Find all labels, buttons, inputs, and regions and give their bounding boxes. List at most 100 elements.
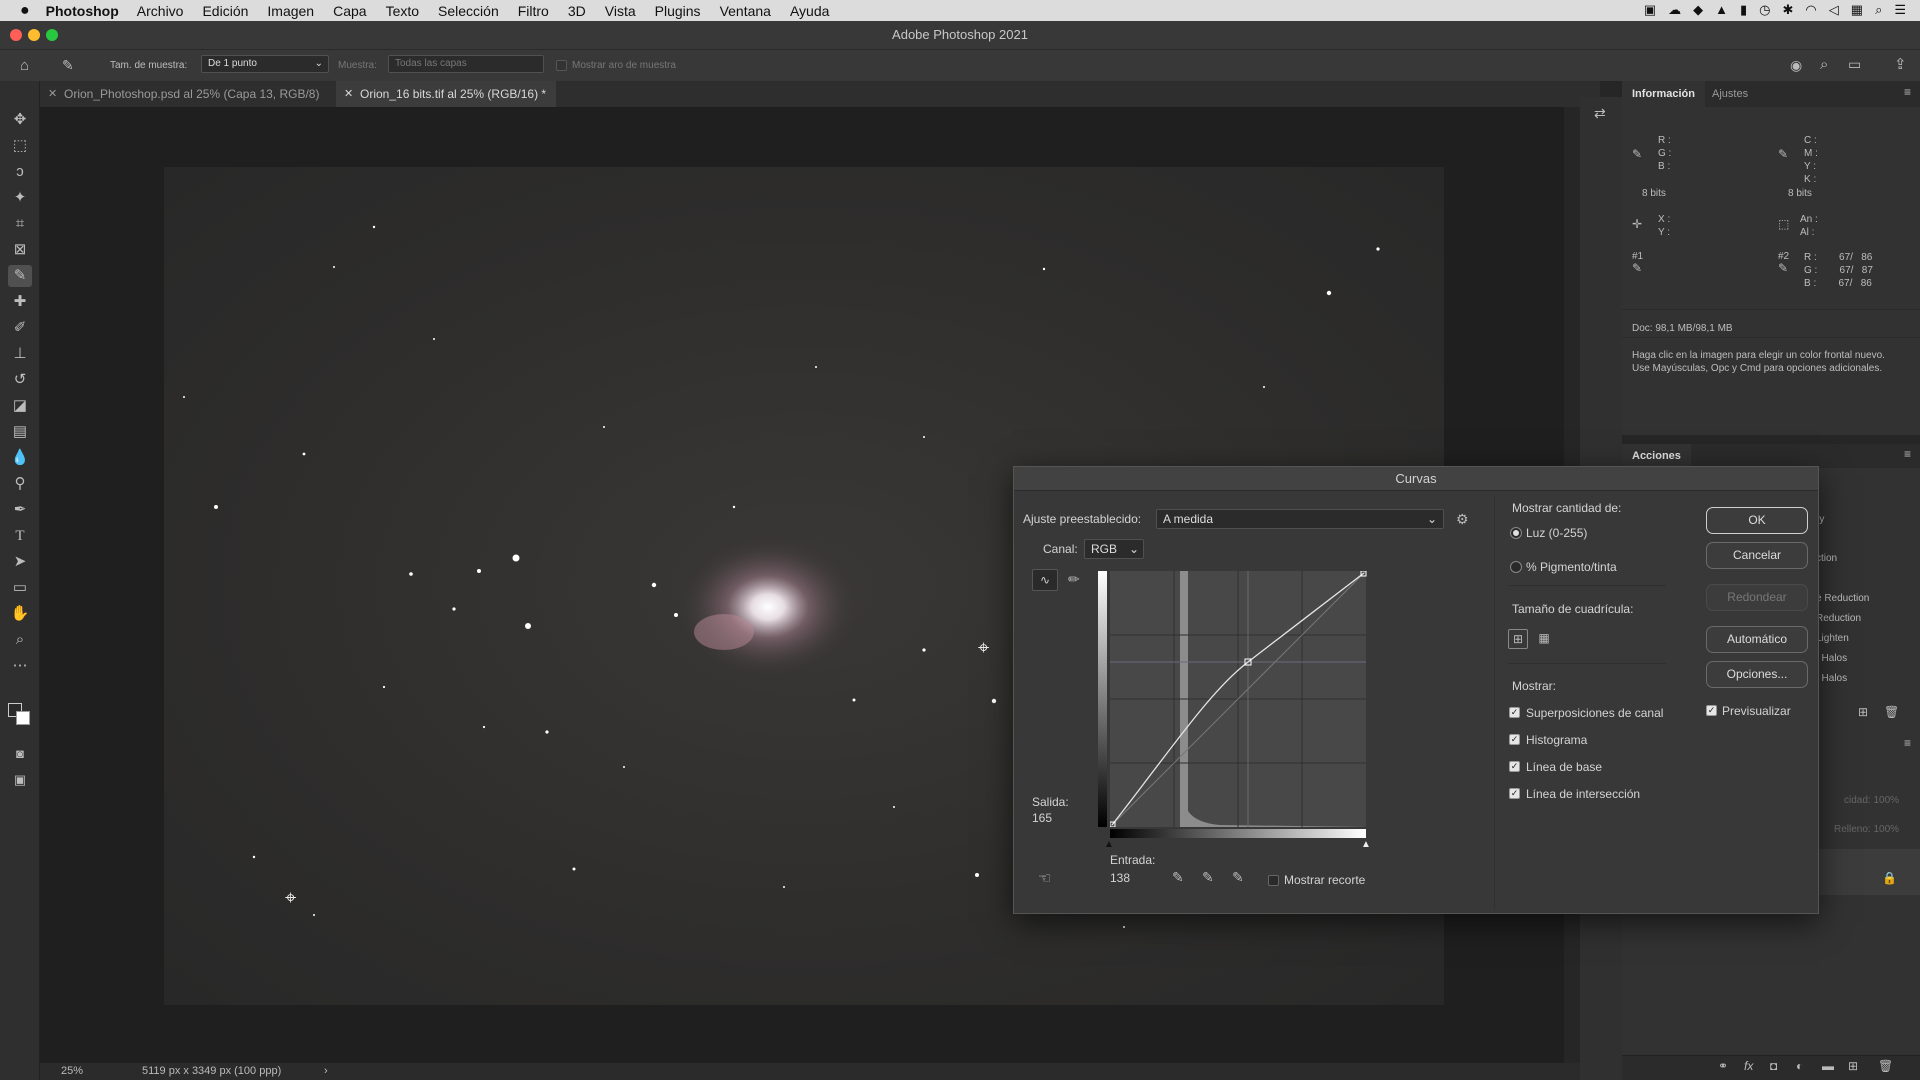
fill-value[interactable]: Relleno: 100% <box>1834 824 1899 835</box>
input-value[interactable]: 138 <box>1110 871 1130 885</box>
background-color-swatch[interactable] <box>16 711 30 725</box>
quick-mask-icon[interactable]: ◙ <box>8 743 32 765</box>
crop-tool-icon[interactable]: ⌗ <box>8 213 32 235</box>
sample-layers-select[interactable]: Todas las capas <box>388 55 544 73</box>
sample-size-select[interactable]: De 1 punto ⌄ <box>201 55 329 73</box>
simple-grid-icon[interactable]: ⊞ <box>1508 629 1528 649</box>
color-sampler-1-icon[interactable]: ⌖ <box>285 887 296 910</box>
tab-informacion[interactable]: Información <box>1622 81 1705 107</box>
clone-stamp-tool-icon[interactable]: ⊥ <box>8 343 32 365</box>
channel-select[interactable]: RGB ⌄ <box>1084 539 1144 559</box>
zoom-window-button[interactable] <box>46 29 58 41</box>
pen-tool-icon[interactable]: ✒ <box>8 499 32 521</box>
tab-orion-tif[interactable]: ✕ Orion_16 bits.tif al 25% (RGB/16) * <box>336 81 556 107</box>
trash-icon[interactable]: 🗑 <box>1878 1059 1893 1073</box>
search-icon[interactable]: ⌕ <box>1820 56 1828 73</box>
menu-3d[interactable]: 3D <box>568 3 586 19</box>
menu-texto[interactable]: Texto <box>386 3 419 19</box>
history-brush-tool-icon[interactable]: ↺ <box>8 369 32 391</box>
spotlight-icon[interactable]: ⌕ <box>1875 2 1882 18</box>
gray-eyedropper-icon[interactable]: ✎ <box>1202 869 1214 886</box>
pencil-icon[interactable]: ✏ <box>1068 571 1080 588</box>
intersection-checkbox[interactable]: ✓ <box>1509 788 1520 799</box>
new-layer-icon[interactable]: ⊞ <box>1848 1059 1858 1073</box>
channel-overlays-checkbox[interactable]: ✓ <box>1509 707 1520 718</box>
action-item[interactable]: t Halos <box>1816 673 1847 684</box>
menu-archivo[interactable]: Archivo <box>137 3 184 19</box>
menu-edicion[interactable]: Edición <box>202 3 248 19</box>
more-tools-icon[interactable]: ⋯ <box>8 655 32 677</box>
menu-seleccion[interactable]: Selección <box>438 3 499 19</box>
curve-mode-button[interactable]: ∿ <box>1032 569 1058 591</box>
panel-menu-icon[interactable]: ≡ <box>1904 736 1911 750</box>
type-tool-icon[interactable]: T <box>8 525 32 547</box>
control-center-icon[interactable]: ☰ <box>1894 2 1906 18</box>
detailed-grid-icon[interactable]: ▦ <box>1534 629 1554 649</box>
ok-button[interactable]: OK <box>1706 507 1808 534</box>
fx-icon[interactable]: fx <box>1744 1059 1753 1073</box>
adjustment-layer-icon[interactable]: ◐ <box>1796 1059 1803 1073</box>
close-tab-icon[interactable]: ✕ <box>48 81 57 107</box>
hand-tool-icon[interactable]: ✋ <box>8 603 32 625</box>
menu-imagen[interactable]: Imagen <box>267 3 314 19</box>
black-point-slider[interactable]: ▲ <box>1104 839 1114 850</box>
panel-menu-icon[interactable]: ≡ <box>1904 447 1911 461</box>
volume-icon[interactable]: ◁ <box>1829 2 1839 18</box>
action-item[interactable]: t Halos <box>1816 653 1847 664</box>
menu-vista[interactable]: Vista <box>605 3 636 19</box>
frame-tool-icon[interactable]: ⊠ <box>8 239 32 261</box>
zoom-tool-icon[interactable]: ⌕ <box>8 629 32 651</box>
move-tool-icon[interactable]: ✥ <box>8 109 32 131</box>
lasso-tool-icon[interactable]: ↄ <box>8 161 32 183</box>
time-machine-icon[interactable]: ◷ <box>1759 2 1770 18</box>
tab-ajustes[interactable]: Ajustes <box>1702 81 1758 107</box>
menu-ventana[interactable]: Ventana <box>720 3 771 19</box>
cancel-button[interactable]: Cancelar <box>1706 542 1808 569</box>
creative-cloud-icon[interactable]: ☁ <box>1668 2 1681 18</box>
action-item[interactable]: ction <box>1816 553 1837 564</box>
tab-acciones[interactable]: Acciones <box>1622 444 1691 468</box>
eraser-tool-icon[interactable]: ◪ <box>8 395 32 417</box>
magic-wand-tool-icon[interactable]: ✦ <box>8 187 32 209</box>
trash-icon[interactable]: 🗑 <box>1884 705 1899 719</box>
light-radio[interactable] <box>1510 527 1522 539</box>
eyedropper-tool-icon[interactable]: ✎ <box>8 265 32 287</box>
menu-ayuda[interactable]: Ayuda <box>790 3 829 19</box>
pigment-radio[interactable] <box>1510 561 1522 573</box>
baseline-checkbox[interactable]: ✓ <box>1509 761 1520 772</box>
home-icon[interactable]: ⌂ <box>20 57 29 74</box>
black-eyedropper-icon[interactable]: ✎ <box>1172 869 1184 886</box>
account-icon[interactable]: ◉ <box>1790 57 1802 74</box>
show-clipping-checkbox[interactable] <box>1268 875 1279 886</box>
close-window-button[interactable] <box>10 29 22 41</box>
calendar-icon[interactable]: ▦ <box>1851 2 1863 18</box>
status-menu-arrow[interactable]: › <box>324 1063 328 1080</box>
stats-icon[interactable]: ▮ <box>1740 2 1747 18</box>
panel-toggle-icon[interactable]: ⇄ <box>1594 105 1606 122</box>
healing-brush-tool-icon[interactable]: ✚ <box>8 291 32 313</box>
white-point-slider[interactable]: ▲ <box>1361 839 1371 850</box>
action-item[interactable]: Reduction <box>1816 613 1861 624</box>
workspace-icon[interactable]: ▭ <box>1848 56 1861 73</box>
zoom-level[interactable]: 25% <box>61 1063 83 1080</box>
histogram-checkbox[interactable]: ✓ <box>1509 734 1520 745</box>
action-item[interactable]: e Reduction <box>1816 593 1869 604</box>
menu-plugins[interactable]: Plugins <box>655 3 701 19</box>
curve-graph[interactable] <box>1110 571 1367 827</box>
share-icon[interactable]: ⇪ <box>1894 55 1907 73</box>
auto-button[interactable]: Automático <box>1706 626 1808 653</box>
group-icon[interactable]: ▬ <box>1822 1059 1834 1073</box>
path-selection-tool-icon[interactable]: ➤ <box>8 551 32 573</box>
drive-icon[interactable]: ▲ <box>1715 2 1728 18</box>
apple-icon[interactable]: ● <box>20 2 30 20</box>
action-item[interactable]: Lighten <box>1816 633 1849 644</box>
white-eyedropper-icon[interactable]: ✎ <box>1232 869 1244 886</box>
mask-icon[interactable]: ◘ <box>1770 1059 1777 1073</box>
tab-orion-psd[interactable]: ✕ Orion_Photoshop.psd al 25% (Capa 13, R… <box>40 81 334 107</box>
output-value[interactable]: 165 <box>1032 811 1052 825</box>
gradient-tool-icon[interactable]: ▤ <box>8 421 32 443</box>
wifi-icon[interactable]: ◠ <box>1805 2 1816 18</box>
options-button[interactable]: Opciones... <box>1706 661 1808 688</box>
close-tab-icon[interactable]: ✕ <box>344 81 353 107</box>
screen-mode-icon[interactable]: ▣ <box>8 769 32 791</box>
